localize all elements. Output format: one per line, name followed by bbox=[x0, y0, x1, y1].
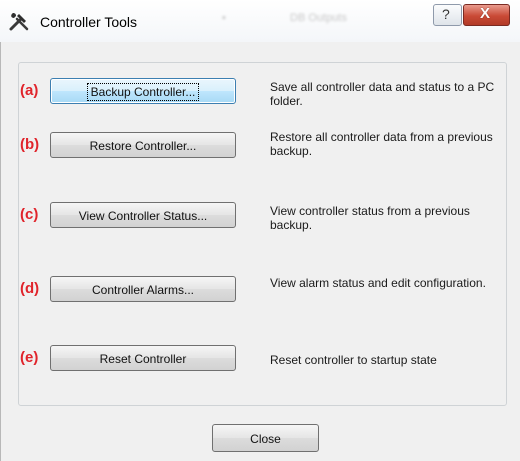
controller-alarms-button[interactable]: Controller Alarms... bbox=[50, 276, 236, 302]
help-button[interactable]: ? bbox=[433, 4, 462, 26]
backup-controller-label: Backup Controller... bbox=[86, 83, 200, 101]
close-button[interactable]: Close bbox=[212, 424, 319, 452]
title-bar[interactable]: Controller Tools ▪ DB Outputs ? X bbox=[0, 0, 520, 42]
controller-alarms-description: View alarm status and edit configuration… bbox=[270, 276, 486, 290]
reset-controller-description: Reset controller to startup state bbox=[270, 353, 437, 367]
row-marker-e: (e) bbox=[20, 349, 39, 366]
view-controller-status-button[interactable]: View Controller Status... bbox=[50, 202, 236, 228]
backup-controller-button[interactable]: Backup Controller... bbox=[50, 78, 236, 104]
controller-alarms-label: Controller Alarms... bbox=[91, 283, 195, 297]
view-controller-status-description: View controller status from a previous b… bbox=[270, 204, 470, 232]
ghost-dash: ▪ bbox=[222, 12, 226, 24]
row-marker-d: (d) bbox=[20, 280, 40, 297]
row-marker-b: (b) bbox=[20, 136, 40, 153]
controller-tools-window: Controller Tools ▪ DB Outputs ? X (a) Ba… bbox=[0, 0, 520, 461]
reset-controller-label: Reset Controller bbox=[99, 352, 187, 366]
view-controller-status-label: View Controller Status... bbox=[78, 209, 208, 223]
window-close-button[interactable]: X bbox=[463, 4, 510, 26]
close-button-label: Close bbox=[250, 432, 281, 446]
row-marker-a: (a) bbox=[20, 82, 39, 99]
reset-controller-button[interactable]: Reset Controller bbox=[50, 345, 236, 371]
backup-controller-description: Save all controller data and status to a… bbox=[270, 80, 495, 108]
question-icon: ? bbox=[442, 6, 450, 22]
window-title: Controller Tools bbox=[40, 14, 138, 30]
restore-controller-label: Restore Controller... bbox=[89, 139, 197, 153]
tools-icon bbox=[8, 10, 30, 32]
restore-controller-button[interactable]: Restore Controller... bbox=[50, 132, 236, 158]
window-left-edge bbox=[0, 42, 1, 461]
row-marker-c: (c) bbox=[20, 206, 39, 223]
restore-controller-description: Restore all controller data from a previ… bbox=[270, 130, 493, 158]
ghost-title-fragment: DB Outputs bbox=[290, 12, 347, 24]
close-icon: X bbox=[480, 5, 491, 22]
